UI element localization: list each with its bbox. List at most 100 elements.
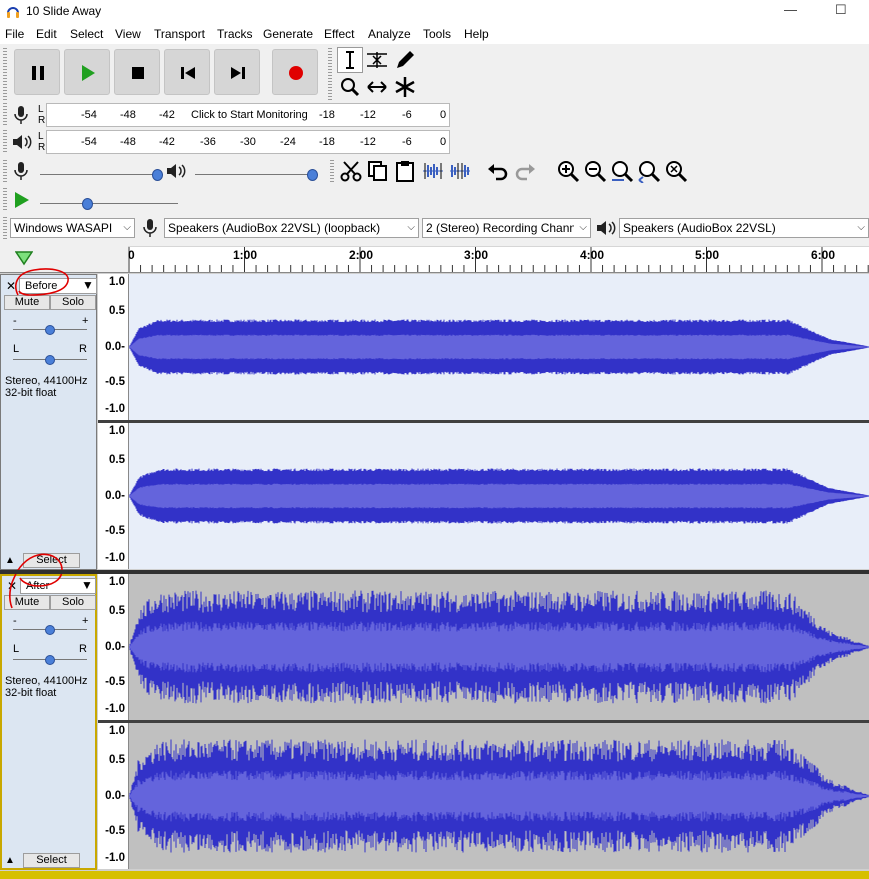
pan-thumb[interactable] xyxy=(45,655,55,665)
stop-button[interactable] xyxy=(114,49,160,95)
gain-thumb[interactable] xyxy=(45,625,55,635)
scale-label: 0.5 xyxy=(109,754,125,766)
dropdown-arrow-icon: ▼ xyxy=(81,578,93,592)
zoom-tool[interactable] xyxy=(337,74,363,100)
zoom-in-icon[interactable] xyxy=(556,159,580,183)
record-meter-left-label: L xyxy=(38,104,44,115)
recording-volume-slider[interactable] xyxy=(40,174,158,175)
click-to-start-monitoring[interactable]: Click to Start Monitoring xyxy=(191,109,308,121)
skip-start-icon xyxy=(181,67,195,79)
maximize-button[interactable]: ☐ xyxy=(835,2,847,18)
pan-thumb[interactable] xyxy=(45,355,55,365)
menu-help[interactable]: Help xyxy=(464,27,489,41)
toolbar-grip[interactable] xyxy=(3,130,7,154)
undo-icon[interactable] xyxy=(486,161,510,181)
meter-tick: -18 xyxy=(319,109,335,121)
scale-label: -1.0 xyxy=(105,852,125,864)
menu-file[interactable]: File xyxy=(5,27,24,41)
focus-border xyxy=(0,871,869,879)
recording-device-select[interactable]: Speakers (AudioBox 22VSL) (loopback) ⌵ xyxy=(164,218,419,238)
pencil-icon xyxy=(397,51,414,68)
meter-tick: -12 xyxy=(360,109,376,121)
track-control-panel-before: ✕ Before ▼ Mute Solo - + L R Stereo, 441… xyxy=(0,274,97,570)
toolbar-grip[interactable] xyxy=(328,48,332,100)
ruler-label: 2:00 xyxy=(349,248,374,262)
toolbar-grip[interactable] xyxy=(3,188,7,212)
menu-analyze[interactable]: Analyze xyxy=(368,27,411,41)
time-shift-tool[interactable] xyxy=(364,74,390,100)
chevron-down-icon: ⌵ xyxy=(579,222,587,233)
timeline-ruler[interactable]: 0 1:00 2:00 3:00 4:00 5:00 6:00 xyxy=(128,247,869,273)
record-button[interactable] xyxy=(272,49,318,95)
paste-icon[interactable] xyxy=(393,159,417,183)
playback-volume-thumb[interactable] xyxy=(307,169,318,181)
asterisk-icon xyxy=(395,77,415,97)
toolbar-grip[interactable] xyxy=(3,103,7,127)
menu-edit[interactable]: Edit xyxy=(36,27,57,41)
redo-icon[interactable] xyxy=(513,161,537,181)
waveform-before-right[interactable] xyxy=(129,423,869,569)
skip-to-end-button[interactable] xyxy=(214,49,260,95)
menu-tracks[interactable]: Tracks xyxy=(217,27,253,41)
menu-view[interactable]: View xyxy=(115,27,141,41)
meter-tick: -24 xyxy=(280,136,296,148)
toolbar-grip[interactable] xyxy=(330,160,334,184)
chevron-down-icon: ⌵ xyxy=(407,222,415,233)
chevron-down-icon: ⌵ xyxy=(857,222,865,233)
selection-tool[interactable] xyxy=(337,47,363,73)
envelope-tool[interactable] xyxy=(364,47,390,73)
play-speed-slider[interactable] xyxy=(40,203,178,204)
pan-right-label: R xyxy=(79,643,87,655)
zoom-toggle-icon[interactable] xyxy=(664,159,688,183)
waveform-after-right[interactable] xyxy=(129,723,869,869)
menu-effect[interactable]: Effect xyxy=(324,27,354,41)
fit-project-icon[interactable] xyxy=(637,159,661,183)
toolbar-grip[interactable] xyxy=(3,217,7,239)
amplitude-ruler: 1.0 0.5 0.0- -0.5 -1.0 xyxy=(98,423,129,569)
recording-volume-thumb[interactable] xyxy=(152,169,163,181)
skip-end-icon xyxy=(231,67,245,79)
meter-tick: -48 xyxy=(120,136,136,148)
play-button[interactable] xyxy=(64,49,110,95)
trim-audio-icon[interactable] xyxy=(421,161,445,181)
audio-host-value: Windows WASAPI xyxy=(14,221,113,235)
chevron-down-icon: ⌵ xyxy=(123,222,131,233)
zoom-out-icon[interactable] xyxy=(583,159,607,183)
audio-host-select[interactable]: Windows WASAPI ⌵ xyxy=(10,218,135,238)
pause-button[interactable] xyxy=(14,49,60,95)
menu-transport[interactable]: Transport xyxy=(154,27,205,41)
draw-tool[interactable] xyxy=(392,47,418,73)
menu-select[interactable]: Select xyxy=(70,27,103,41)
minimize-button[interactable]: — xyxy=(784,2,797,17)
copy-icon[interactable] xyxy=(366,159,390,183)
meter-tick: -48 xyxy=(120,109,136,121)
record-meter[interactable]: -54 -48 -42 Click to Start Monitoring -1… xyxy=(46,103,450,127)
recording-channels-select[interactable]: 2 (Stereo) Recording Chann ⌵ xyxy=(422,218,591,238)
red-annotation-circle xyxy=(9,553,63,609)
amplitude-ruler: 1.0 0.5 0.0- -0.5 -1.0 xyxy=(98,274,129,420)
play-meter-right-label: R xyxy=(38,142,46,153)
gain-thumb[interactable] xyxy=(45,325,55,335)
skip-to-start-button[interactable] xyxy=(164,49,210,95)
multi-tool[interactable] xyxy=(392,74,418,100)
playback-meter[interactable]: -54 -48 -42 -36 -30 -24 -18 -12 -6 0 xyxy=(46,130,450,154)
toolbar-grip[interactable] xyxy=(3,160,7,184)
playback-device-value: Speakers (AudioBox 22VSL) xyxy=(623,221,776,235)
waveform-after-left[interactable] xyxy=(129,574,869,720)
cut-icon[interactable] xyxy=(339,159,363,183)
playback-volume-slider[interactable] xyxy=(195,174,313,175)
meter-tick: 0 xyxy=(440,136,447,148)
i-beam-icon xyxy=(346,51,354,69)
waveform-before-left[interactable] xyxy=(129,274,869,420)
fit-selection-icon[interactable] xyxy=(610,159,634,183)
toolbar-grip[interactable] xyxy=(3,48,7,100)
select-track-button[interactable]: Select xyxy=(23,853,80,868)
timeline-options-icon[interactable] xyxy=(15,250,33,266)
play-speed-thumb[interactable] xyxy=(82,198,93,210)
playback-device-select[interactable]: Speakers (AudioBox 22VSL) ⌵ xyxy=(619,218,869,238)
menu-generate[interactable]: Generate xyxy=(263,27,313,41)
play-at-speed-icon[interactable] xyxy=(12,190,32,210)
silence-audio-icon[interactable] xyxy=(448,161,472,181)
collapse-arrow-icon[interactable]: ▲ xyxy=(5,855,15,866)
menu-tools[interactable]: Tools xyxy=(423,27,451,41)
